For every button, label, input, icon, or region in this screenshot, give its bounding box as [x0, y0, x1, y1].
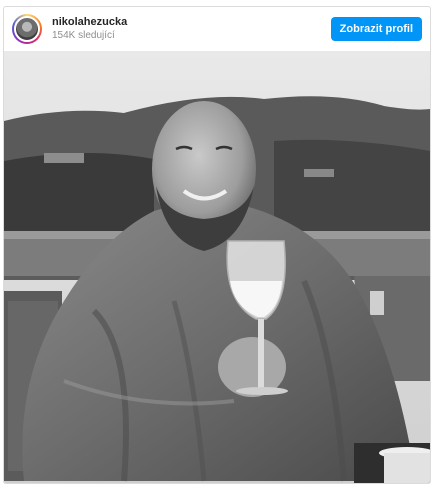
view-profile-button[interactable]: Zobrazit profil [330, 17, 422, 41]
instagram-embed: nikolahezucka 154K sledující Zobrazit pr… [3, 6, 431, 484]
avatar-image [14, 16, 40, 42]
follower-count: 154K sledující [52, 29, 115, 41]
user-info: nikolahezucka 154K sledující [52, 16, 127, 41]
photo-illustration [4, 51, 430, 483]
username[interactable]: nikolahezucka [52, 16, 127, 29]
post-photo[interactable] [4, 51, 430, 483]
avatar[interactable] [12, 14, 42, 44]
post-header: nikolahezucka 154K sledující Zobrazit pr… [4, 7, 430, 51]
